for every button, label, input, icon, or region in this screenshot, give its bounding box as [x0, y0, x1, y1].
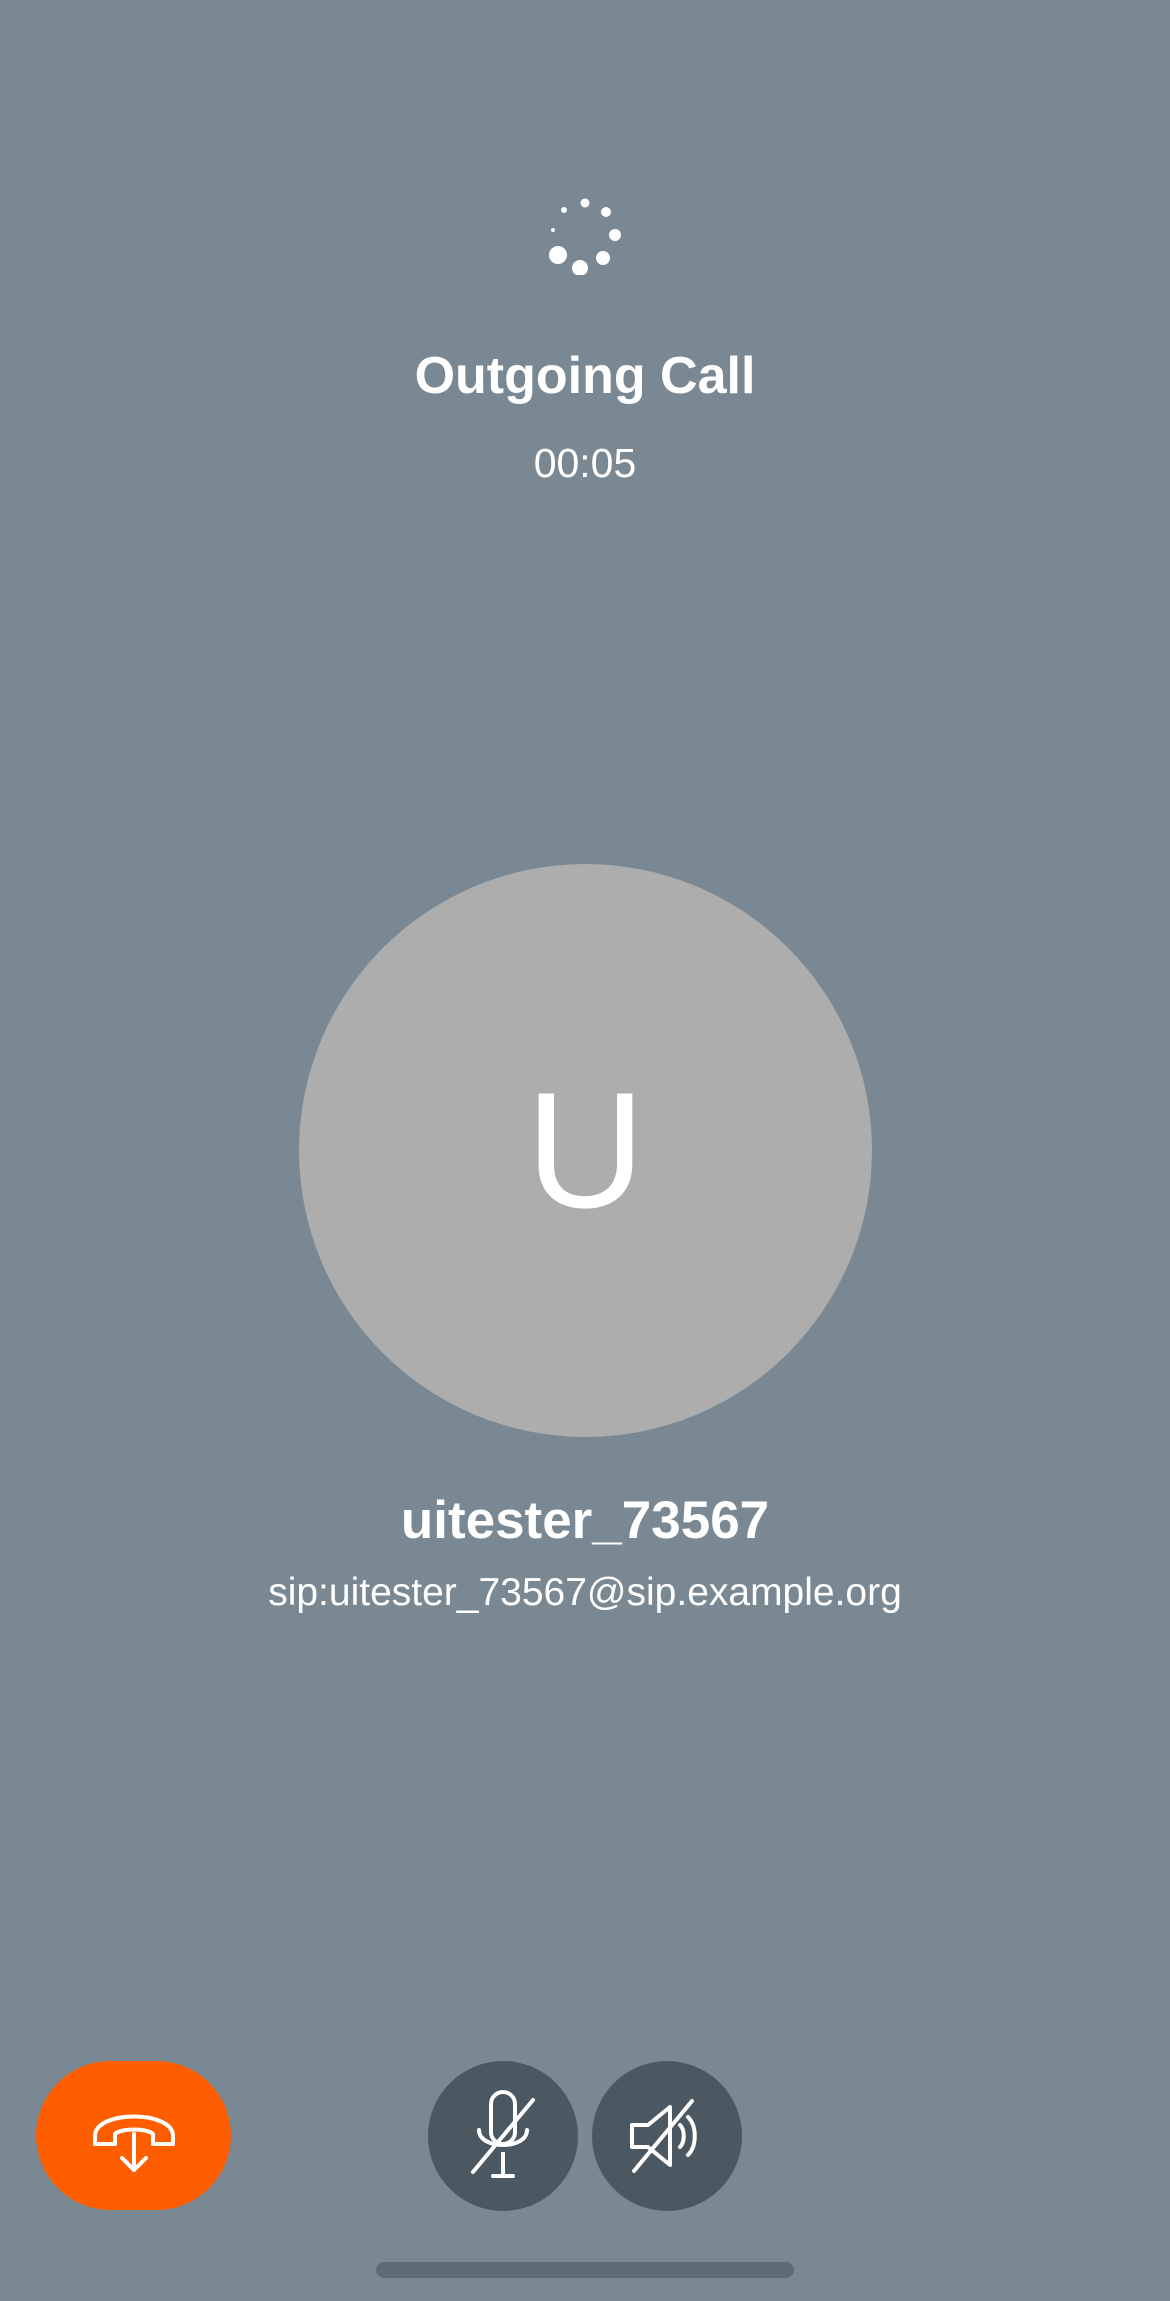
mute-microphone-button[interactable]	[428, 2061, 578, 2211]
call-screen: Outgoing Call 00:05 U uitester_73567 sip…	[0, 0, 1170, 2301]
contact-sip-address: sip:uitester_73567@sip.example.org	[268, 1571, 902, 1614]
loading-spinner-icon	[545, 195, 625, 275]
mute-speaker-button[interactable]	[592, 2061, 742, 2211]
home-indicator[interactable]	[376, 2262, 794, 2278]
call-duration: 00:05	[533, 440, 637, 486]
avatar-initial: U	[525, 1058, 646, 1242]
call-status-title: Outgoing Call	[414, 347, 756, 405]
avatar: U	[299, 864, 872, 1437]
hang-up-button[interactable]	[36, 2061, 231, 2210]
microphone-off-icon	[463, 2086, 543, 2186]
contact-name: uitester_73567	[400, 1491, 770, 1550]
speaker-off-icon	[622, 2091, 712, 2181]
hang-up-icon	[89, 2096, 179, 2176]
